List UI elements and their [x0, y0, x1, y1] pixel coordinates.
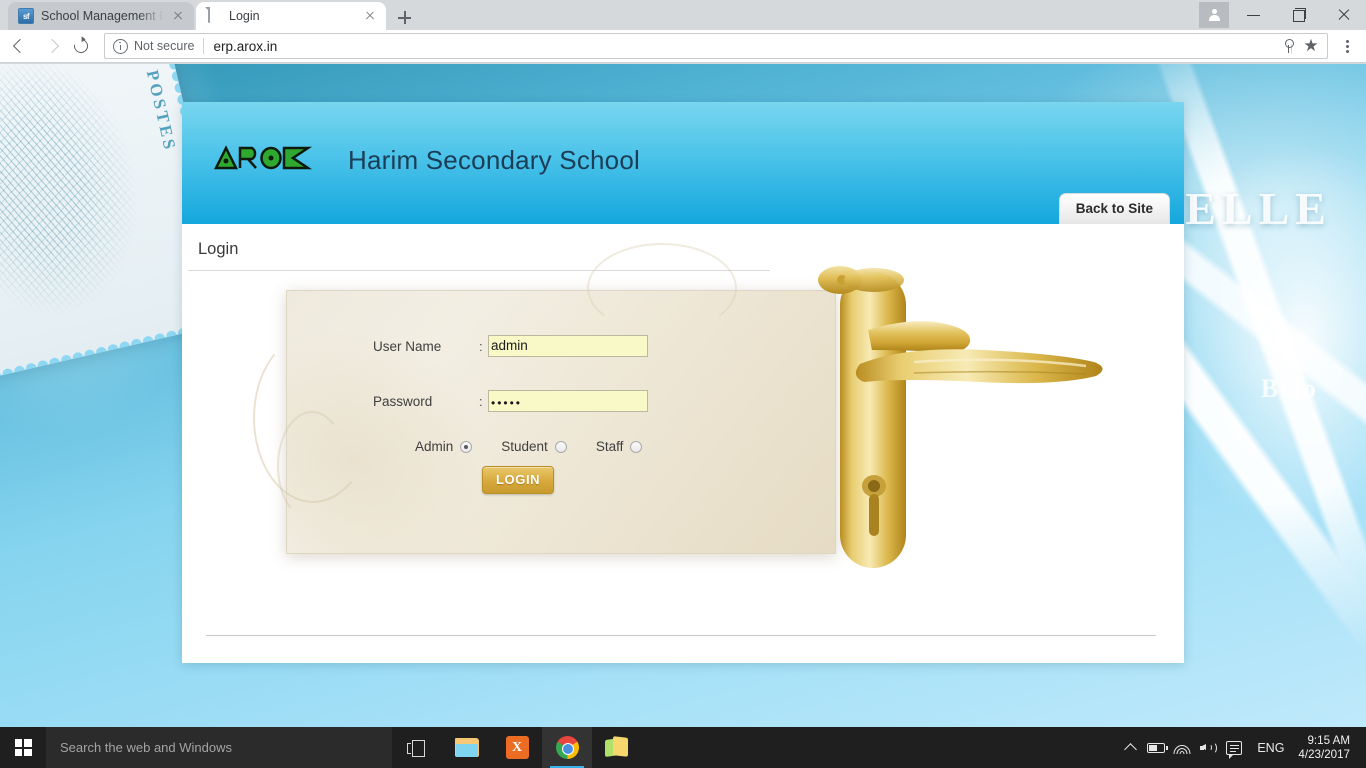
login-form-panel: User Name : admin Password : ••••• Admin… [253, 243, 836, 554]
clock-time: 9:15 AM [1307, 733, 1350, 747]
role-label-student: Student [501, 439, 548, 454]
tab-title: School Management ERP [41, 9, 163, 23]
start-button[interactable] [0, 727, 46, 768]
role-option-admin[interactable]: Admin [415, 439, 473, 454]
url-text[interactable]: erp.arox.in [213, 39, 1279, 54]
reload-icon[interactable] [66, 32, 96, 60]
taskbar-search-input[interactable]: Search the web and Windows [46, 727, 392, 768]
login-form-area: User Name : admin Password : ••••• Admin… [182, 243, 1184, 626]
window-controls [1231, 0, 1366, 30]
role-label-admin: Admin [415, 439, 454, 454]
browser-tab-school-management-erp[interactable]: sf School Management ERP [8, 2, 194, 30]
role-option-student[interactable]: Student [501, 439, 567, 454]
clock[interactable]: 9:15 AM 4/23/2017 [1294, 734, 1362, 762]
wallpaper-text-elle: ELLE [1185, 183, 1332, 234]
new-tab-plus-icon[interactable] [392, 8, 418, 28]
ornament-swirl [277, 411, 347, 521]
arox-logo-icon [213, 142, 313, 174]
username-label: User Name [373, 338, 442, 354]
taskbar-google-chrome[interactable] [542, 727, 592, 768]
maximize-icon[interactable] [1276, 0, 1321, 30]
login-button[interactable]: LOGIN [482, 466, 555, 494]
volume-icon[interactable] [1195, 727, 1221, 768]
page-viewport: RANT POSTES ELLE Brio [0, 64, 1366, 727]
radio-staff[interactable] [630, 440, 643, 453]
back-arrow-icon[interactable] [6, 32, 36, 60]
chrome-browser-window: sf School Management ERP Login [0, 0, 1366, 727]
golden-door-handle-image [794, 258, 1114, 608]
radio-admin[interactable] [460, 440, 473, 453]
username-row: User Name : admin [373, 335, 648, 357]
app-header: Harim Secondary School Back to Site [182, 102, 1184, 224]
browser-tab-login[interactable]: Login [196, 2, 386, 30]
username-input[interactable]: admin [488, 335, 648, 357]
clock-date: 4/23/2017 [1298, 747, 1350, 761]
file-explorer-icon [455, 738, 479, 757]
document-favicon [206, 7, 222, 24]
system-tray: ENG 9:15 AM 4/23/2017 [1117, 727, 1366, 768]
role-label-staff: Staff [595, 439, 624, 454]
info-circle-icon[interactable] [113, 38, 128, 54]
footer-divider [206, 635, 1156, 636]
wifi-icon[interactable] [1169, 727, 1195, 768]
wallpaper-text-brio: Brio [1260, 374, 1318, 403]
orange-app-icon: X [505, 736, 529, 759]
taskbar-folders-app[interactable] [592, 727, 642, 768]
chrome-icon [555, 736, 579, 759]
password-input[interactable]: ••••• [488, 390, 648, 412]
radio-student[interactable] [554, 440, 567, 453]
three-dot-menu-icon[interactable] [1334, 32, 1360, 60]
windows-taskbar: Search the web and Windows X ENG 9:15 AM… [0, 727, 1366, 768]
profile-avatar-icon[interactable] [1199, 2, 1229, 28]
show-hidden-icons-chevron-up-icon[interactable] [1117, 727, 1143, 768]
tab-title: Login [229, 9, 260, 23]
section-heading: Login [198, 240, 239, 258]
role-option-staff[interactable]: Staff [596, 439, 643, 454]
tab-close-icon[interactable] [362, 8, 378, 24]
screen: sf School Management ERP Login [0, 0, 1366, 768]
omnibox-divider [203, 38, 205, 54]
stamp-engraving [0, 64, 171, 352]
minimize-icon[interactable] [1231, 0, 1276, 30]
ornament-swirl [587, 243, 737, 333]
battery-icon[interactable] [1143, 727, 1169, 768]
password-row: Password : ••••• [373, 390, 648, 412]
taskbar-orange-app[interactable]: X [492, 727, 542, 768]
back-to-site-button[interactable]: Back to Site [1058, 193, 1170, 224]
security-status-label: Not secure [134, 39, 195, 53]
task-view-button[interactable] [392, 727, 442, 768]
password-label: Password [373, 393, 433, 409]
browser-toolbar: Not secure erp.arox.in ★ [0, 30, 1366, 63]
forward-arrow-icon[interactable] [36, 32, 66, 60]
tab-strip: sf School Management ERP Login [0, 0, 1366, 30]
tab-close-icon[interactable] [170, 8, 186, 24]
search-placeholder: Search the web and Windows [60, 740, 232, 755]
app-body: Login User Name : admin Password: •••••… [182, 224, 1184, 663]
close-icon[interactable] [1321, 0, 1366, 30]
password-colon: : [479, 393, 483, 409]
role-radio-group: Admin Student Staff [415, 439, 671, 454]
save-password-key-icon[interactable] [1279, 37, 1297, 55]
sf-favicon: sf [18, 8, 34, 24]
language-indicator[interactable]: ENG [1247, 741, 1294, 755]
taskbar-file-explorer[interactable] [442, 727, 492, 768]
username-colon: : [479, 338, 483, 354]
page-title: Harim Secondary School [348, 145, 640, 175]
folders-icon [605, 736, 629, 758]
address-bar[interactable]: Not secure erp.arox.in ★ [104, 33, 1328, 59]
notifications-icon[interactable] [1221, 727, 1247, 768]
bookmark-star-icon[interactable]: ★ [1301, 37, 1321, 55]
application-card: Harim Secondary School Back to Site Logi… [182, 102, 1184, 663]
